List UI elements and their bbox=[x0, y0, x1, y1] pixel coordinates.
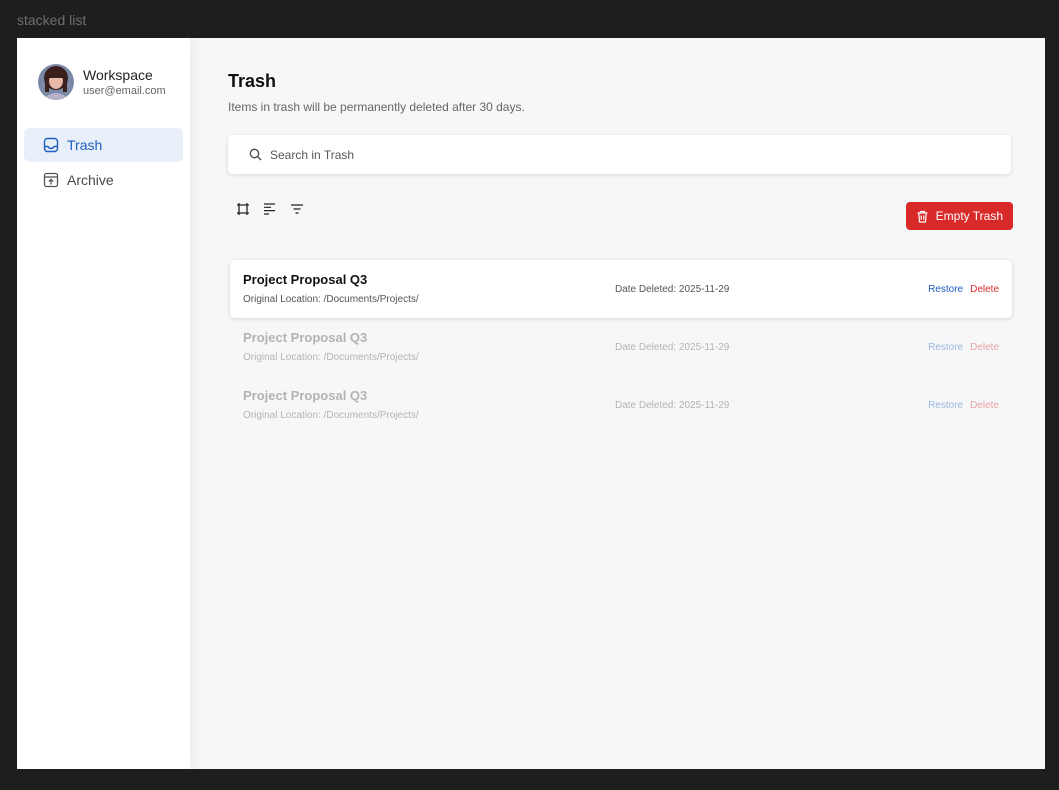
view-tools bbox=[228, 202, 304, 216]
item-name: Project Proposal Q3 bbox=[243, 330, 368, 345]
item-date-deleted: Date Deleted: 2025-11-29 bbox=[615, 399, 730, 411]
empty-trash-label: Empty Trash bbox=[935, 209, 1003, 223]
sidebar-item-archive[interactable]: Archive bbox=[24, 163, 183, 197]
item-name: Project Proposal Q3 bbox=[243, 388, 368, 403]
item-location: Original Location: /Documents/Projects/ bbox=[243, 352, 419, 363]
archive-icon bbox=[43, 172, 59, 188]
delete-button[interactable]: Delete bbox=[970, 400, 999, 411]
list-item[interactable]: Project Proposal Q3 Original Location: /… bbox=[230, 260, 1012, 318]
page-title: Trash bbox=[228, 71, 277, 91]
user-email: user@email.com bbox=[83, 84, 166, 97]
frame-label: stacked list bbox=[17, 12, 87, 28]
restore-button[interactable]: Restore bbox=[928, 342, 963, 353]
main-content: Trash Items in trash will be permanently… bbox=[190, 38, 1045, 769]
restore-button[interactable]: Restore bbox=[928, 400, 963, 411]
select-frame-icon[interactable] bbox=[236, 202, 250, 216]
item-location: Original Location: /Documents/Projects/ bbox=[243, 294, 419, 305]
list-item[interactable]: Project Proposal Q3 Original Location: /… bbox=[230, 318, 1012, 376]
search-input[interactable] bbox=[270, 147, 956, 162]
workspace-name: Workspace bbox=[83, 66, 153, 83]
item-name: Project Proposal Q3 bbox=[243, 272, 368, 287]
inbox-icon bbox=[43, 137, 59, 153]
sidebar-nav: Trash Archive bbox=[17, 128, 190, 197]
item-date-deleted: Date Deleted: 2025-11-29 bbox=[615, 283, 730, 295]
item-location: Original Location: /Documents/Projects/ bbox=[243, 410, 419, 421]
page-subtitle: Items in trash will be permanently delet… bbox=[228, 100, 525, 114]
workspace-profile[interactable]: Workspace user@email.com bbox=[17, 38, 190, 100]
search-bar[interactable] bbox=[228, 135, 1011, 174]
search-icon bbox=[249, 148, 262, 161]
delete-button[interactable]: Delete bbox=[970, 284, 999, 295]
avatar bbox=[38, 64, 74, 100]
sidebar-item-label: Archive bbox=[67, 172, 114, 188]
app-window: Workspace user@email.com Trash Archive T… bbox=[17, 38, 1045, 769]
restore-button[interactable]: Restore bbox=[928, 284, 963, 295]
delete-button[interactable]: Delete bbox=[970, 342, 999, 353]
item-date-deleted: Date Deleted: 2025-11-29 bbox=[615, 341, 730, 353]
sidebar-item-trash[interactable]: Trash bbox=[24, 128, 183, 162]
trash-list: Project Proposal Q3 Original Location: /… bbox=[228, 260, 1012, 434]
filter-icon[interactable] bbox=[290, 202, 304, 216]
sidebar-item-label: Trash bbox=[67, 137, 103, 153]
list-item[interactable]: Project Proposal Q3 Original Location: /… bbox=[230, 376, 1012, 434]
trash-icon bbox=[916, 210, 929, 223]
toolbar: Empty Trash bbox=[228, 202, 1013, 232]
empty-trash-button[interactable]: Empty Trash bbox=[905, 202, 1013, 230]
sidebar: Workspace user@email.com Trash Archive bbox=[17, 38, 190, 769]
align-left-icon[interactable] bbox=[263, 202, 277, 216]
